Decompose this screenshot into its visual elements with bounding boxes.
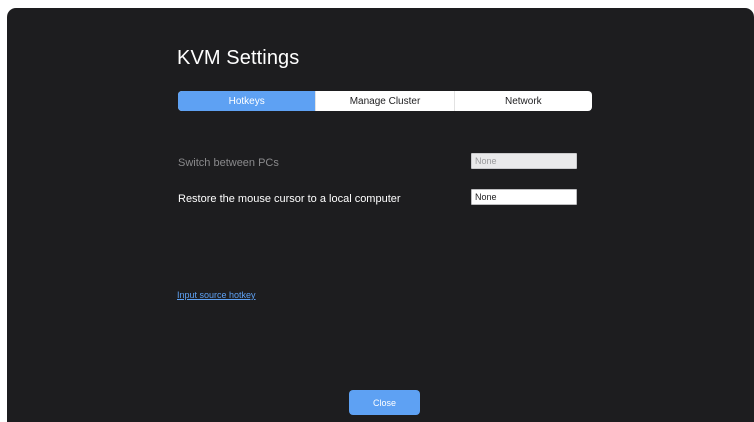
switch-between-pcs-label: Switch between PCs [178,157,279,169]
switch-between-pcs-hotkey-field [471,153,577,169]
kvm-settings-window: KVM Settings Hotkeys Manage Cluster Netw… [7,8,754,422]
tab-hotkeys[interactable]: Hotkeys [178,91,316,111]
tab-network[interactable]: Network [453,91,592,111]
tab-bar: Hotkeys Manage Cluster Network [178,91,592,111]
close-button[interactable]: Close [349,390,420,415]
restore-mouse-cursor-hotkey-field[interactable] [471,189,577,205]
input-source-hotkey-link[interactable]: Input source hotkey [177,290,256,300]
page-title: KVM Settings [177,47,300,69]
restore-mouse-cursor-label: Restore the mouse cursor to a local comp… [178,193,401,205]
tab-manage-cluster[interactable]: Manage Cluster [315,91,453,111]
